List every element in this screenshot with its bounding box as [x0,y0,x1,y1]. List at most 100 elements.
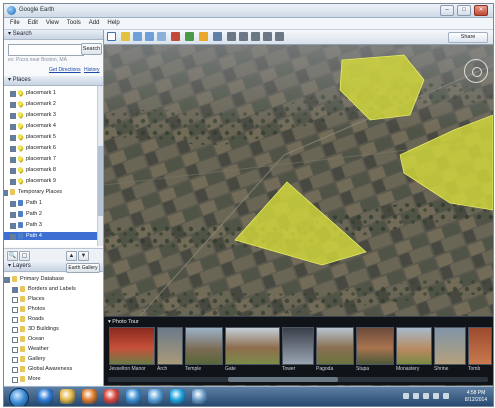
print-icon[interactable] [251,32,260,41]
media-player-icon[interactable] [82,389,97,404]
record-tour-icon[interactable] [171,32,180,41]
photo-strip-scrollbar-thumb[interactable] [228,377,338,382]
checkbox[interactable] [10,124,16,130]
toggle-panel-icon[interactable]: ▢ [19,251,30,261]
title-bar[interactable]: Google Earth – □ ✕ [4,4,493,18]
layers-item[interactable]: Weather [4,345,103,353]
places-item[interactable]: Path 4 [4,232,103,240]
close-button[interactable]: ✕ [474,5,488,16]
search-input[interactable] [8,44,84,56]
places-item[interactable]: placemark 4 [4,122,103,130]
network-icon[interactable] [403,393,409,399]
checkbox[interactable] [10,201,16,207]
overlay-icon[interactable] [157,32,166,41]
places-item[interactable]: placemark 1 [4,89,103,97]
layers-item[interactable]: Global Awareness [4,365,103,373]
menu-help[interactable]: Help [107,18,119,29]
layers-item[interactable]: 3D Buildings [4,325,103,333]
search-button[interactable]: Search [81,43,102,55]
photo-thumbnail[interactable] [316,327,354,365]
layers-item[interactable]: Ocean [4,335,103,343]
menu-view[interactable]: View [46,18,59,29]
layers-item[interactable]: Primary Database [4,275,103,283]
layers-item[interactable]: Borders and Labels [4,285,103,293]
historical-imagery-icon[interactable] [185,32,194,41]
sun-icon[interactable] [199,32,208,41]
places-item[interactable]: Path 1 [4,199,103,207]
checkbox[interactable] [10,91,16,97]
checkbox[interactable] [12,367,18,373]
search-places-icon[interactable]: 🔍 [7,251,18,261]
save-image-icon[interactable] [263,32,272,41]
places-panel-header[interactable]: ▾ Places [4,76,103,86]
move-down-icon[interactable]: ▼ [78,251,89,261]
photo-thumbnail[interactable] [396,327,432,365]
layers-item[interactable]: More [4,375,103,383]
places-item[interactable]: Path 2 [4,210,103,218]
checkbox[interactable] [10,234,16,240]
planet-icon[interactable] [213,32,222,41]
internet-explorer-icon[interactable] [38,389,53,404]
photo-thumbnail[interactable] [356,327,394,365]
path-icon[interactable] [145,32,154,41]
checkbox[interactable] [10,223,16,229]
checkbox[interactable] [10,135,16,141]
photo-thumbnail[interactable] [225,327,280,365]
flag-icon[interactable] [433,393,439,399]
places-item[interactable]: placemark 6 [4,144,103,152]
checkbox[interactable] [10,212,16,218]
checkbox[interactable] [10,168,16,174]
layers-item[interactable]: Gallery [4,355,103,363]
places-item[interactable]: placemark 2 [4,100,103,108]
ruler-icon[interactable] [227,32,236,41]
view-in-maps-icon[interactable] [275,32,284,41]
checkbox[interactable] [12,317,18,323]
places-item[interactable]: placemark 7 [4,155,103,163]
places-item[interactable]: placemark 5 [4,133,103,141]
checkbox[interactable] [12,297,18,303]
battery-icon[interactable] [423,393,429,399]
places-scrollbar-thumb[interactable] [98,146,103,216]
share-button[interactable]: Share [448,32,488,43]
places-item[interactable]: placemark 3 [4,111,103,119]
layers-item[interactable]: Places [4,295,103,303]
checkbox[interactable] [12,357,18,363]
start-button[interactable] [9,388,29,406]
minimize-button[interactable]: – [440,5,454,16]
get-directions-link[interactable]: Get Directions [49,67,81,73]
placemark-icon[interactable] [121,32,130,41]
photo-thumbnail[interactable] [468,327,492,365]
maximize-button[interactable]: □ [457,5,471,16]
checkbox[interactable] [12,327,18,333]
menu-add[interactable]: Add [89,18,100,29]
menu-file[interactable]: File [10,18,20,29]
photo-thumbnail[interactable] [109,327,155,365]
earth-gallery-button[interactable]: Earth Gallery » [66,263,100,279]
volume-icon[interactable] [413,393,419,399]
remote-desktop-icon[interactable] [192,389,207,404]
places-item[interactable]: Path 3 [4,221,103,229]
photo-thumbnail[interactable] [434,327,466,365]
checkbox[interactable] [12,307,18,313]
layers-item[interactable]: Photos [4,305,103,313]
menu-edit[interactable]: Edit [28,18,38,29]
checkbox[interactable] [10,146,16,152]
checkbox[interactable] [10,102,16,108]
photo-thumbnail[interactable] [282,327,314,365]
clock[interactable]: 4:58 PM 8/12/2014 [461,390,491,403]
photo-strip-scrollbar[interactable] [108,377,488,382]
checkbox[interactable] [10,179,16,185]
email-icon[interactable] [239,32,248,41]
photo-thumbnail[interactable] [185,327,223,365]
explorer-folder-icon[interactable] [60,389,75,404]
checkbox[interactable] [10,113,16,119]
places-item[interactable]: Temporary Places [4,188,103,196]
navigation-compass-icon[interactable] [464,59,488,83]
checkbox[interactable] [12,347,18,353]
paint-icon[interactable] [148,389,163,404]
chrome-icon[interactable] [104,389,119,404]
menu-tools[interactable]: Tools [67,18,81,29]
history-link[interactable]: History [84,67,100,73]
checkbox[interactable] [12,377,18,383]
checkbox[interactable] [10,157,16,163]
